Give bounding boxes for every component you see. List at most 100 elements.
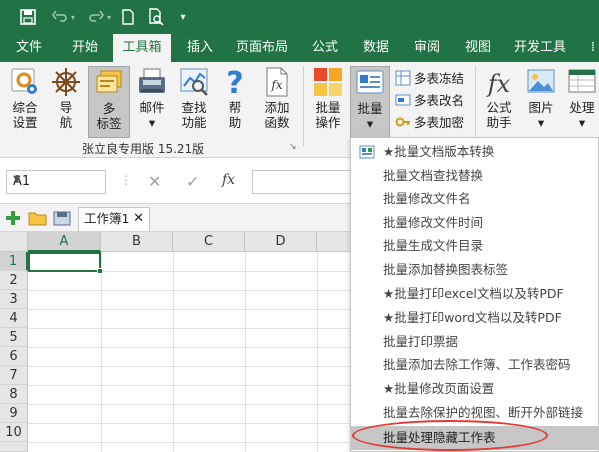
workbook-tab[interactable]: 工作簿1 ✕ xyxy=(78,207,150,231)
batch-icon xyxy=(356,70,384,94)
insert-function-button[interactable]: fx xyxy=(222,172,235,188)
redo-dropdown-icon[interactable]: ▾ xyxy=(104,7,114,27)
active-cell[interactable] xyxy=(28,252,103,274)
undo-dropdown-icon[interactable]: ▾ xyxy=(68,7,78,27)
tab-data[interactable]: 数据 xyxy=(354,34,398,62)
ribbon-separator xyxy=(475,66,476,146)
column-header[interactable]: A xyxy=(28,232,101,252)
add-icon[interactable] xyxy=(4,209,22,230)
menu-item[interactable]: 批量修改文件名 xyxy=(351,187,598,211)
undo-icon[interactable] xyxy=(50,7,70,27)
nav-button[interactable]: 导 航 xyxy=(48,66,84,138)
menu-item-label: 批量文档查找替换 xyxy=(383,167,484,183)
formula-helper-button[interactable]: fx 公式 助手 xyxy=(479,66,519,138)
settings-button[interactable]: 综合 设置 xyxy=(4,66,46,138)
find-label: 查找 功能 xyxy=(181,100,207,130)
cancel-formula-button[interactable]: ✕ xyxy=(148,172,161,191)
fx-icon: fx xyxy=(486,70,511,98)
tab-insert[interactable]: 插入 xyxy=(178,34,222,62)
menu-item[interactable]: ★批量文档版本转换 xyxy=(351,140,598,164)
process-icon xyxy=(568,69,596,93)
multi-tab-button[interactable]: 多 标签 xyxy=(88,66,130,138)
batch-dropdown-button[interactable]: 批量 ▾ xyxy=(350,66,390,140)
tab-formulas[interactable]: 公式 xyxy=(303,34,347,62)
row-header[interactable]: 10 xyxy=(0,423,28,442)
gridline xyxy=(317,252,318,452)
select-all-corner[interactable] xyxy=(0,232,28,252)
menu-item[interactable]: ★批量修改页面设置 xyxy=(351,377,598,401)
dialog-launcher-icon[interactable]: ↘ xyxy=(289,142,297,152)
menu-item[interactable]: 批量去除保护的视图、断开外部链接 xyxy=(351,401,598,425)
tab-view[interactable]: 视图 xyxy=(456,34,500,62)
tab-review[interactable]: 审阅 xyxy=(405,34,449,62)
menu-item-label: 批量添加去除工作簿、工作表密码 xyxy=(383,357,571,372)
add-function-label: 添加 函数 xyxy=(264,100,290,130)
multi-sheet-rename-button[interactable]: 多表改名 xyxy=(395,91,464,111)
menu-item[interactable]: 批量文档查找替换 xyxy=(351,164,598,188)
customize-qat-icon[interactable]: ▾ xyxy=(176,7,190,27)
tab-toolbox[interactable]: 工具箱 xyxy=(113,34,171,62)
row-header[interactable]: 2 xyxy=(0,271,28,290)
tab-file[interactable]: 文件 xyxy=(6,34,52,62)
menu-item[interactable]: 批量打印票据 xyxy=(351,330,598,354)
row-header[interactable]: 3 xyxy=(0,290,28,309)
helm-icon xyxy=(52,68,80,96)
image-icon xyxy=(527,69,555,93)
column-header[interactable]: C xyxy=(173,232,245,252)
close-icon[interactable]: ✕ xyxy=(133,208,144,230)
menu-item[interactable]: ★批量打印excel文档以及转PDF xyxy=(351,282,598,306)
print-preview-icon[interactable] xyxy=(146,7,166,27)
fill-handle[interactable] xyxy=(97,268,103,274)
menu-item-label: 批量打印票据 xyxy=(383,333,459,349)
find-button[interactable]: 查找 功能 xyxy=(174,66,214,138)
chevron-down-icon[interactable]: ▼ xyxy=(13,174,100,185)
mail-icon xyxy=(139,68,165,93)
menu-item[interactable]: 批量添加替换图表标签 xyxy=(351,258,598,282)
name-box[interactable]: A1 ▼ xyxy=(6,170,106,194)
rename-icon xyxy=(395,94,411,106)
enter-formula-button[interactable]: ✓ xyxy=(186,172,199,191)
menu-item[interactable]: ★批量打印word文档以及转PDF xyxy=(351,306,598,330)
menu-item[interactable]: 批量生成文件目录 xyxy=(351,234,598,258)
row-header[interactable]: 1 xyxy=(0,252,28,271)
menu-item-highlighted[interactable]: 批量处理隐藏工作表 xyxy=(351,426,598,450)
row-header[interactable]: 9 xyxy=(0,404,28,423)
multi-sheet-freeze-label: 多表冻结 xyxy=(414,71,465,86)
add-function-button[interactable]: fx 添加 函数 xyxy=(256,66,298,138)
multi-sheet-rename-label: 多表改名 xyxy=(414,93,465,108)
menu-item-label: 批量修改文件名 xyxy=(383,191,471,206)
multi-sheet-encrypt-button[interactable]: 多表加密 xyxy=(395,113,464,133)
new-file-icon[interactable] xyxy=(118,7,138,27)
help-button[interactable]: ? 帮 助 xyxy=(218,66,252,138)
tab-page-layout[interactable]: 页面布局 xyxy=(232,34,292,62)
mail-button[interactable]: 邮件 ▾ xyxy=(132,66,172,138)
multi-sheet-encrypt-label: 多表加密 xyxy=(414,115,465,130)
column-header[interactable]: B xyxy=(101,232,173,252)
drag-handle-icon[interactable]: ⋮ xyxy=(120,173,132,187)
redo-icon[interactable] xyxy=(86,7,106,27)
menu-item[interactable]: 批量添加去除工作簿、工作表密码 xyxy=(351,353,598,377)
row-header[interactable] xyxy=(0,442,28,452)
key-icon xyxy=(395,117,410,127)
process-button[interactable]: 处理 ▾ xyxy=(563,66,599,138)
batch-operation-button[interactable]: 批量 操作 xyxy=(308,66,348,138)
menu-item[interactable]: 批量修改文件时间 xyxy=(351,211,598,235)
open-folder-icon[interactable] xyxy=(28,209,48,230)
column-header[interactable]: D xyxy=(245,232,317,252)
multi-sheet-freeze-button[interactable]: 多表冻结 xyxy=(395,69,464,89)
menu-item-label: 批量处理隐藏工作表 xyxy=(383,430,496,445)
tab-home[interactable]: 开始 xyxy=(62,34,108,62)
tab-overflow[interactable]: ⁞ xyxy=(586,34,599,62)
row-header[interactable]: 8 xyxy=(0,385,28,404)
row-header[interactable]: 7 xyxy=(0,366,28,385)
image-button[interactable]: 图片 ▾ xyxy=(521,66,561,138)
excel-window: ▾ ▾ ▾ 文件 开始 工具箱 插入 页面布局 公式 数据 审阅 视图 开发工具… xyxy=(0,0,599,452)
find-icon xyxy=(180,68,208,96)
row-header[interactable]: 4 xyxy=(0,309,28,328)
save-all-icon[interactable] xyxy=(52,209,72,230)
tab-developer[interactable]: 开发工具 xyxy=(508,34,572,62)
save-icon[interactable] xyxy=(18,7,38,27)
row-header[interactable]: 5 xyxy=(0,328,28,347)
mail-label: 邮件 ▾ xyxy=(139,100,165,130)
row-header[interactable]: 6 xyxy=(0,347,28,366)
